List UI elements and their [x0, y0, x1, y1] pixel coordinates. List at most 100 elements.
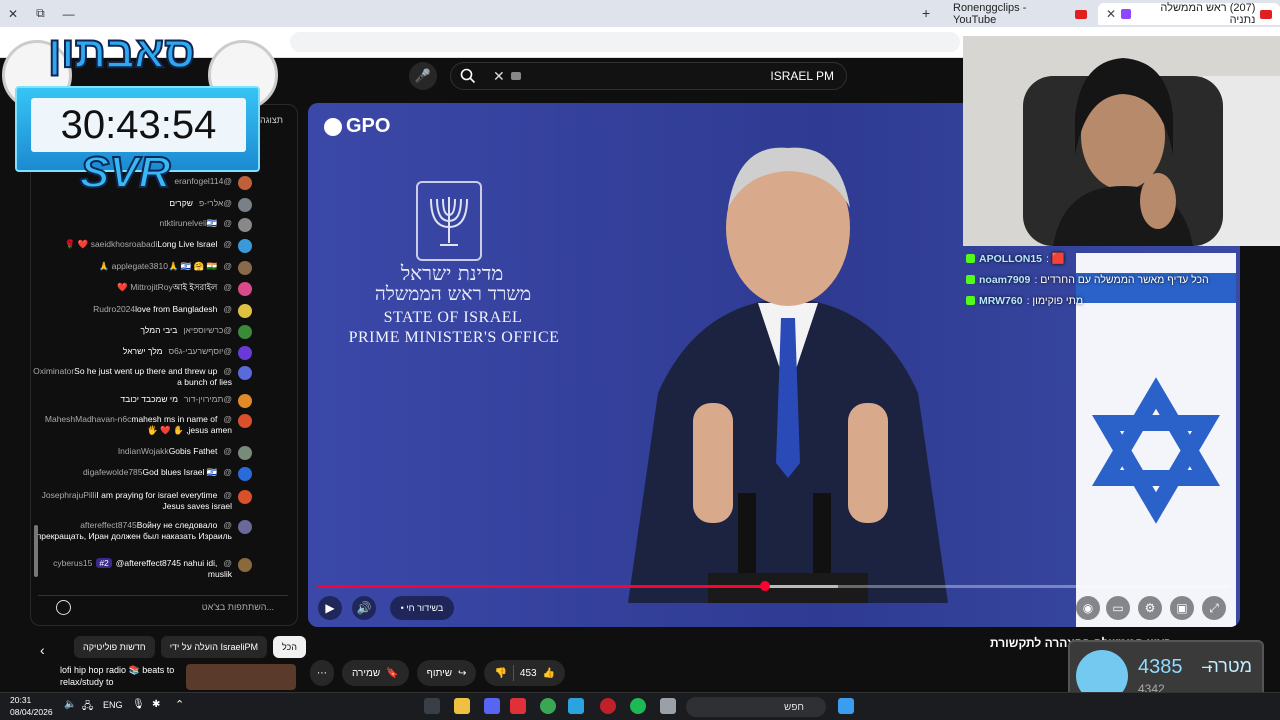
share-button[interactable]: שיתוף ↪	[416, 660, 477, 686]
chrome-icon[interactable]	[540, 698, 556, 714]
live-badge[interactable]: • בשידור חי	[390, 596, 454, 620]
video-actions: ⋯ שמירה 🔖 שיתוף ↪ 👎 453 👍	[310, 660, 566, 686]
new-tab-button[interactable]: +	[922, 5, 930, 21]
chat-message: @applegate3810🙏 🇮🇱 🤗 🇮🇳 🙏	[30, 261, 254, 275]
chat-username[interactable]: @תמירוין-דור	[184, 394, 232, 404]
chat-message: @OximinatorSo he just went up there and …	[30, 366, 254, 388]
taskbar-search[interactable]: חפש	[686, 697, 826, 717]
avatar[interactable]	[238, 325, 252, 339]
search-button[interactable]	[452, 62, 484, 90]
theater-mode-button[interactable]: ▣	[1170, 596, 1194, 620]
network-tray-icon[interactable]: 🖧	[82, 699, 93, 716]
like-icon[interactable]: 👍	[543, 668, 555, 679]
fullscreen-button[interactable]: ⤢	[1202, 596, 1226, 620]
save-button[interactable]: שמירה 🔖	[342, 660, 409, 686]
volume-button[interactable]: 🔊	[352, 596, 376, 620]
url-field[interactable]	[290, 32, 960, 52]
chat-message: @אלרי-פ שקרים	[30, 198, 254, 212]
chat-message: @ntktirunelveli🇮🇱	[30, 218, 254, 232]
tray-expand-icon[interactable]: ⌃	[175, 698, 184, 711]
discord-icon[interactable]	[484, 698, 500, 714]
speaker-figure	[628, 147, 948, 603]
avatar[interactable]	[238, 282, 252, 296]
chat-header-label[interactable]: תצוגה	[260, 115, 283, 125]
autoplay-icon: ◉	[1082, 601, 1094, 615]
like-dislike-group: 👎 453 👍	[484, 660, 566, 686]
scrubber-handle[interactable]	[759, 581, 770, 591]
chip-uploaded-by[interactable]: הועלה על ידי IsraeliPM	[160, 636, 267, 658]
taskbar-clock[interactable]: 20:31 08/04/2026	[10, 694, 53, 718]
goal-current-value: 4385	[1138, 656, 1183, 678]
avatar[interactable]	[238, 346, 252, 360]
chat-username[interactable]: @כרשיוספיאן	[183, 325, 232, 335]
search-input[interactable]: ISRAEL PM	[770, 69, 834, 83]
chat-username[interactable]: @eranfogel114	[174, 176, 232, 186]
chat-input[interactable]: השתתפות בצ'אט...	[202, 602, 274, 612]
avatar[interactable]	[238, 558, 252, 572]
avatar[interactable]	[238, 239, 252, 253]
tab-netanyahu-live[interactable]: ✕ (207) ראש הממשלה נתניה	[1098, 2, 1280, 26]
chat-username[interactable]: @יוסףשרעבי-ג6ס	[169, 346, 232, 356]
chat-message: @aftereffect8745Войну не следовало прекр…	[30, 520, 254, 542]
close-tab-icon[interactable]: ✕	[1106, 7, 1116, 21]
search-box[interactable]: ✕ ISRAEL PM	[450, 62, 847, 90]
tab-label: (207) ראש הממשלה נתניה	[1160, 2, 1256, 26]
avatar[interactable]	[238, 394, 252, 408]
window-app-icon[interactable]	[660, 698, 676, 714]
avatar[interactable]	[238, 467, 252, 481]
windows-start-icon[interactable]	[838, 698, 854, 714]
avatar[interactable]	[238, 414, 252, 428]
chevron-left-icon[interactable]: ‹	[40, 642, 45, 658]
chat-username[interactable]: @אלרי-פ	[199, 198, 232, 208]
autoplay-toggle[interactable]: ◉	[1076, 596, 1100, 620]
subtitles-button[interactable]: ▭	[1106, 596, 1130, 620]
steam-icon[interactable]	[424, 698, 440, 714]
chat-username[interactable]: @ntktirunelveli	[160, 218, 232, 228]
avatar[interactable]	[238, 490, 252, 504]
divider	[512, 665, 514, 681]
english-title-2: PRIME MINISTER'S OFFICE	[348, 329, 560, 346]
progress-bar[interactable]	[318, 581, 1230, 591]
avatar[interactable]	[238, 176, 252, 190]
recommended-video[interactable]: lofi hip hop radio 📚 beats to relax/stud…	[60, 664, 300, 690]
clear-search-icon[interactable]: ✕	[493, 68, 505, 85]
obs-icon[interactable]	[600, 698, 616, 714]
spotify-icon[interactable]	[630, 698, 646, 714]
chip-all[interactable]: הכל	[272, 636, 306, 658]
dislike-icon[interactable]: 👎	[494, 668, 506, 679]
file-explorer-icon[interactable]	[454, 698, 470, 714]
more-actions-button[interactable]: ⋯	[310, 660, 334, 686]
chat-message-text: שקרים	[169, 198, 193, 208]
app-icon[interactable]	[510, 698, 526, 714]
avatar[interactable]	[238, 366, 252, 380]
more-icon: ⋯	[317, 667, 327, 679]
avatar[interactable]	[238, 218, 252, 232]
mic-muted-tray-icon[interactable]: 🎙	[132, 699, 145, 710]
chip-political-news[interactable]: חדשות פוליטיקה	[74, 636, 155, 658]
taskbar-date: 08/04/2026	[10, 707, 53, 717]
avatar[interactable]	[238, 261, 252, 275]
search-label: חפש	[784, 701, 804, 713]
emoji-icon[interactable]	[56, 600, 71, 615]
avatar[interactable]	[238, 304, 252, 318]
avatar[interactable]	[238, 520, 252, 534]
volume-tray-icon[interactable]: 🔈	[64, 699, 76, 710]
minimize-window-icon[interactable]: —	[63, 7, 75, 21]
bluetooth-tray-icon[interactable]: ✱	[152, 699, 160, 710]
language-indicator[interactable]: ENG	[103, 700, 123, 710]
telegram-icon[interactable]	[568, 698, 584, 714]
play-button[interactable]: ▶	[318, 596, 342, 620]
avatar[interactable]	[238, 198, 252, 212]
tab-ronenggclips[interactable]: Ronenggclips - YouTube	[945, 2, 1095, 26]
played-bar	[318, 585, 765, 588]
like-count: 453	[519, 667, 537, 679]
chat-scrollbar[interactable]	[34, 525, 38, 577]
svr-tag: SVR	[79, 147, 171, 198]
avatar[interactable]	[238, 446, 252, 460]
kick-badge-icon	[966, 254, 975, 263]
close-window-icon[interactable]: ✕	[8, 7, 18, 21]
restore-window-icon[interactable]: ⧉	[36, 6, 45, 21]
save-label: שמירה	[352, 667, 381, 679]
settings-button[interactable]: ⚙	[1138, 596, 1162, 620]
voice-search-button[interactable]: 🎤	[409, 62, 437, 90]
